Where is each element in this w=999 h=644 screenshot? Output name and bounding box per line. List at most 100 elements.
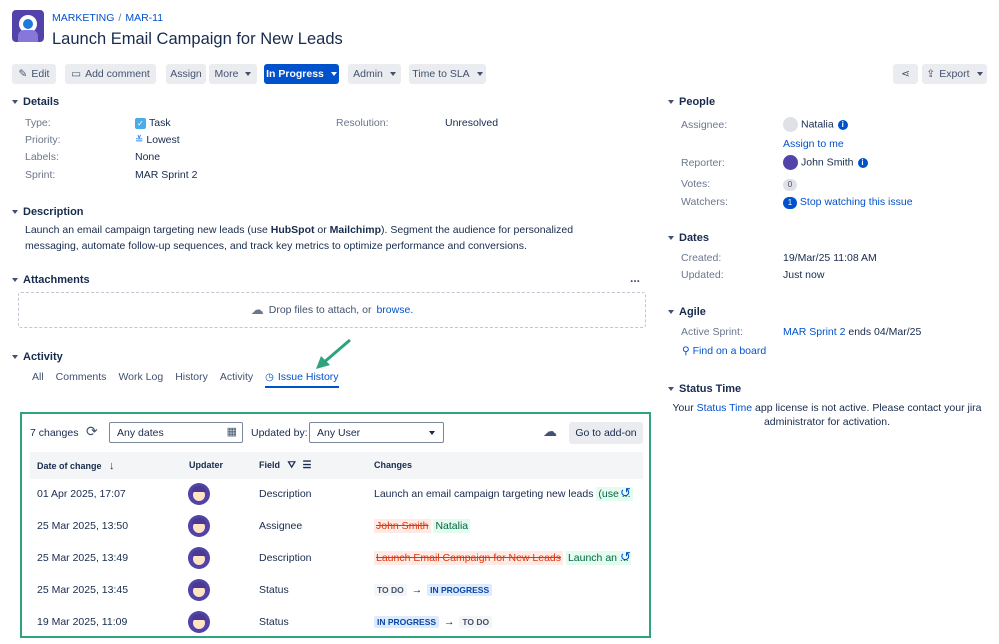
- date-cell: 19 Mar 2025, 11:09: [37, 616, 128, 628]
- avatar[interactable]: [188, 611, 210, 633]
- go-to-add-on-button[interactable]: Go to add-on: [569, 422, 643, 444]
- cloud-download-icon[interactable]: ☁: [543, 423, 557, 440]
- avatar[interactable]: [188, 547, 210, 569]
- tab-all[interactable]: All: [32, 371, 44, 388]
- chevron-down-icon: [668, 310, 674, 314]
- revert-icon[interactable]: ↺: [620, 485, 631, 501]
- column-field: Field ⛛ ☰: [259, 460, 312, 471]
- assignee-value[interactable]: Natalia i: [783, 117, 848, 132]
- sprint-value[interactable]: MAR Sprint 2: [135, 169, 197, 181]
- avatar: [783, 155, 798, 170]
- project-avatar[interactable]: [12, 10, 44, 42]
- details-section-header[interactable]: Details: [12, 96, 59, 108]
- cloud-upload-icon: ☁: [250, 302, 264, 317]
- share-icon: ⋖: [901, 68, 910, 80]
- people-section-header[interactable]: People: [668, 96, 715, 108]
- created-value: 19/Mar/25 11:08 AM: [783, 252, 877, 264]
- refresh-icon[interactable]: ⟳: [86, 423, 98, 440]
- stop-watching-link[interactable]: Stop watching this issue: [800, 196, 913, 208]
- annotation-arrow-icon: [316, 338, 351, 369]
- sprint-link[interactable]: MAR Sprint 2: [783, 326, 845, 338]
- info-icon[interactable]: i: [837, 119, 848, 130]
- assign-button[interactable]: Assign: [166, 64, 206, 84]
- time-to-sla-button[interactable]: Time to SLA: [409, 64, 486, 84]
- labels-value[interactable]: None: [135, 151, 160, 163]
- status-time-link[interactable]: Status Time: [697, 402, 752, 414]
- changes-cell[interactable]: Launch an email campaign targeting new l…: [374, 487, 633, 501]
- chevron-down-icon: [12, 210, 18, 214]
- status-time-section-header[interactable]: Status Time: [668, 383, 741, 395]
- watchers-value[interactable]: 1 Stop watching this issue: [783, 196, 913, 209]
- attachments-more-icon[interactable]: ...: [630, 271, 640, 285]
- breadcrumb-issue-key[interactable]: MAR-11: [125, 12, 163, 24]
- dates-section-header[interactable]: Dates: [668, 232, 709, 244]
- created-label: Created:: [681, 252, 722, 264]
- status-lozenge: TO DO: [374, 584, 407, 596]
- breadcrumb-project[interactable]: MARKETING: [52, 12, 114, 24]
- sprint-label: Sprint:: [25, 169, 56, 181]
- description-text[interactable]: Launch an email campaign targeting new l…: [25, 222, 625, 254]
- tab-work-log[interactable]: Work Log: [118, 371, 163, 388]
- agile-section-header[interactable]: Agile: [668, 306, 706, 318]
- avatar[interactable]: [188, 579, 210, 601]
- status-lozenge: IN PROGRESS: [374, 616, 440, 628]
- changes-cell[interactable]: Launch Email Campaign for New Leads Laun…: [374, 551, 631, 565]
- tab-activity[interactable]: Activity: [220, 371, 253, 388]
- updated-value: Just now: [783, 269, 825, 281]
- table-row: 19 Mar 2025, 11:09 Status IN PROGRESS → …: [30, 607, 643, 639]
- info-icon[interactable]: i: [857, 157, 868, 168]
- settings-sliders-icon[interactable]: ☰: [302, 460, 311, 471]
- active-sprint-value: MAR Sprint 2 ends 04/Mar/25: [783, 326, 922, 338]
- tab-comments[interactable]: Comments: [56, 371, 107, 388]
- description-section-header[interactable]: Description: [12, 206, 84, 218]
- changes-count: 7 changes: [30, 427, 79, 439]
- revert-icon[interactable]: ↺: [620, 549, 631, 565]
- field-cell: Status: [259, 616, 289, 628]
- filter-icon[interactable]: ⛛: [288, 460, 296, 471]
- votes-value[interactable]: 0: [783, 178, 797, 191]
- reporter-value[interactable]: John Smith i: [783, 155, 868, 170]
- export-button[interactable]: ⇪ Export: [922, 64, 987, 84]
- dates-filter[interactable]: Any dates ▦: [109, 422, 243, 443]
- chevron-down-icon: [668, 236, 674, 240]
- chevron-down-icon: [245, 72, 252, 76]
- arrow-right-icon: →: [411, 584, 423, 596]
- votes-badge: 0: [783, 179, 797, 191]
- issue-title[interactable]: Launch Email Campaign for New Leads: [52, 30, 343, 49]
- chevron-down-icon: [330, 72, 337, 76]
- assign-to-me-link[interactable]: Assign to me: [783, 138, 844, 150]
- admin-button[interactable]: Admin: [348, 64, 401, 84]
- user-filter[interactable]: Any User: [309, 422, 444, 443]
- avatar[interactable]: [188, 483, 210, 505]
- table-row: 25 Mar 2025, 13:45 Status TO DO → IN PRO…: [30, 575, 643, 607]
- search-icon: ⚲: [682, 345, 690, 357]
- chevron-down-icon: [668, 100, 674, 104]
- chevron-down-icon: [12, 100, 18, 104]
- tab-history[interactable]: History: [175, 371, 208, 388]
- tab-issue-history[interactable]: ◷ Issue History: [265, 371, 339, 388]
- attachment-dropzone[interactable]: ☁ Drop files to attach, or browse.: [18, 292, 646, 328]
- chevron-down-icon: [668, 387, 674, 391]
- priority-value: ≚ Lowest: [135, 134, 180, 146]
- table-row: 01 Apr 2025, 17:07 Description Launch an…: [30, 479, 643, 511]
- share-button[interactable]: ⋖: [893, 64, 918, 84]
- status-button[interactable]: In Progress: [264, 64, 339, 84]
- watchers-label: Watchers:: [681, 196, 728, 208]
- calendar-icon: ▦: [226, 426, 237, 438]
- add-comment-button[interactable]: ▭ Add comment: [65, 64, 156, 84]
- activity-section-header[interactable]: Activity: [12, 351, 63, 363]
- comment-icon: ▭: [71, 68, 82, 80]
- type-value: ✓ Task: [135, 117, 171, 129]
- edit-button[interactable]: ✎ Edit: [12, 64, 56, 84]
- column-date[interactable]: Date of change ↓: [37, 460, 115, 472]
- attachments-section-header[interactable]: Attachments: [12, 274, 90, 286]
- more-button[interactable]: More: [209, 64, 257, 84]
- active-sprint-label: Active Sprint:: [681, 326, 743, 338]
- find-on-board-link[interactable]: ⚲ Find on a board: [682, 345, 766, 357]
- status-lozenge: TO DO: [459, 616, 493, 628]
- resolution-label: Resolution:: [336, 117, 389, 129]
- pencil-icon: ✎: [18, 68, 28, 80]
- avatar[interactable]: [188, 515, 210, 537]
- browse-link[interactable]: browse.: [376, 304, 413, 316]
- breadcrumb-separator: /: [118, 12, 122, 24]
